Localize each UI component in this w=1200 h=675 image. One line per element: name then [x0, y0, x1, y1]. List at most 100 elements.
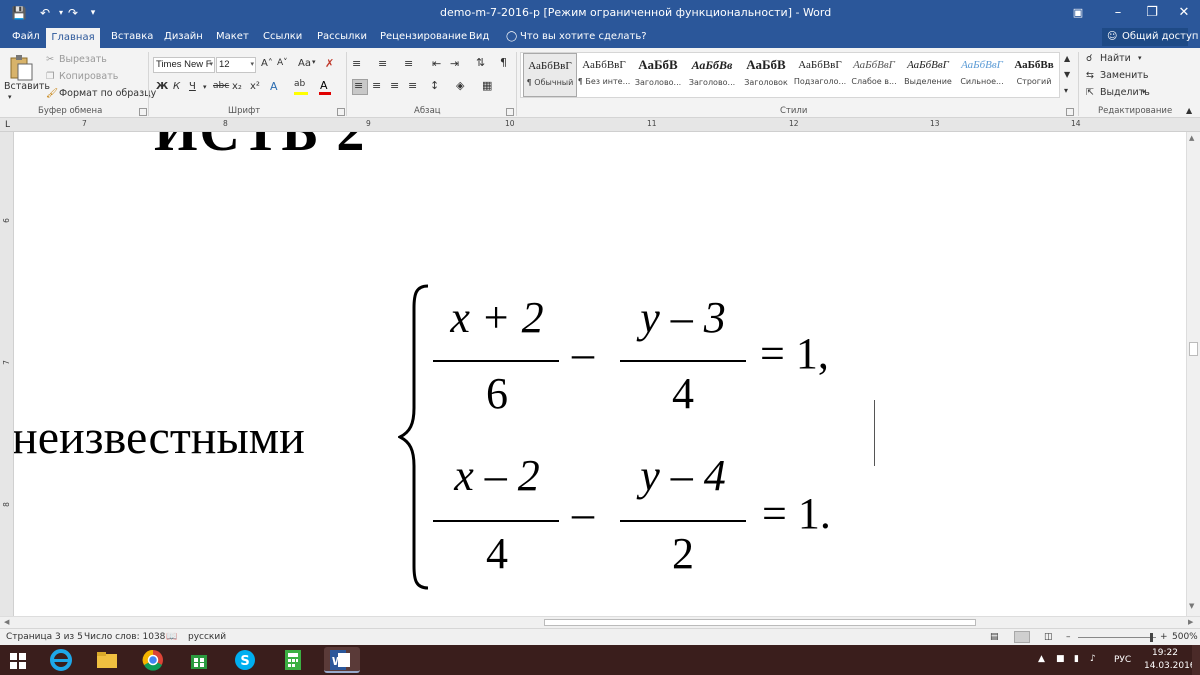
clock-time[interactable]: 19:22	[1152, 648, 1178, 658]
style-title[interactable]: АаБбВ Заголовок	[739, 53, 793, 97]
store-icon[interactable]	[186, 647, 212, 673]
save-icon[interactable]: 💾	[10, 4, 28, 22]
style-emphasis[interactable]: АаБбВвГ Выделение	[901, 53, 955, 97]
style-intense-emphasis[interactable]: АаБбВвГ Сильное...	[955, 53, 1009, 97]
shading-icon[interactable]: ◈	[456, 79, 464, 92]
underline-button[interactable]: Ч	[189, 81, 196, 92]
sort-icon[interactable]: ⇅	[476, 56, 485, 69]
multilevel-list-icon[interactable]: ≡	[404, 57, 413, 70]
scroll-right-icon[interactable]: ▶	[1188, 618, 1193, 626]
styles-launcher-icon[interactable]	[1066, 108, 1074, 116]
style-subtle-emphasis[interactable]: АаБбВвГ Слабое в...	[847, 53, 901, 97]
web-layout-icon[interactable]: ◫	[1044, 632, 1053, 642]
tab-design[interactable]: Дизайн	[164, 26, 203, 48]
cut-button[interactable]: Вырезать	[59, 54, 107, 65]
collapse-ribbon-icon[interactable]: ▲	[1186, 106, 1192, 115]
style-subtitle[interactable]: АаБбВвГ Подзаголо...	[793, 53, 847, 97]
close-button[interactable]: ✕	[1164, 0, 1200, 26]
scroll-up-icon[interactable]: ▲	[1189, 134, 1194, 142]
numbering-icon[interactable]: ≡	[378, 57, 387, 70]
tab-stop-selector[interactable]: L	[5, 120, 10, 130]
styles-scroll-up-icon[interactable]: ▲	[1064, 54, 1070, 63]
tab-mailings[interactable]: Рассылки	[317, 26, 367, 48]
align-right-icon[interactable]: ≡	[390, 79, 399, 92]
font-name-combo[interactable]: Times New F ▾	[153, 57, 215, 73]
tab-insert[interactable]: Вставка	[111, 26, 153, 48]
tab-view[interactable]: Вид	[469, 26, 489, 48]
redo-icon[interactable]: ↷	[64, 4, 82, 22]
battery-icon[interactable]: ▮	[1074, 654, 1079, 664]
page-count[interactable]: Страница 3 из 5	[6, 632, 83, 642]
windows-start-icon[interactable]	[10, 653, 26, 669]
paste-dropdown-icon[interactable]: ▾	[8, 93, 12, 101]
word-count[interactable]: Число слов: 1038	[84, 632, 165, 642]
internet-explorer-icon[interactable]	[48, 647, 74, 673]
tab-references[interactable]: Ссылки	[263, 26, 302, 48]
copy-button[interactable]: Копировать	[59, 71, 118, 82]
zoom-slider-thumb[interactable]	[1150, 633, 1153, 642]
increase-indent-icon[interactable]: ⇥	[450, 57, 459, 70]
paste-button[interactable]: Вставить	[4, 81, 50, 92]
tab-home[interactable]: Главная	[46, 28, 100, 48]
skype-icon[interactable]: S	[232, 647, 258, 673]
file-explorer-icon[interactable]	[94, 647, 120, 673]
vertical-ruler[interactable]: 6 7 8	[0, 132, 14, 616]
font-launcher-icon[interactable]	[337, 108, 345, 116]
clear-format-icon[interactable]: ✗	[325, 57, 334, 70]
font-size-combo[interactable]: 12 ▾	[216, 57, 256, 73]
font-color-icon[interactable]: A	[320, 79, 328, 92]
borders-icon[interactable]: ▦	[482, 79, 492, 92]
tab-review[interactable]: Рецензирование	[380, 26, 467, 48]
zoom-in-icon[interactable]: +	[1160, 632, 1168, 642]
italic-button[interactable]: К	[173, 81, 180, 92]
strikethrough-button[interactable]: abc	[213, 81, 229, 91]
document-page[interactable]: ИСТЬ 2 неизвестными x + 2 6 – y – 3 4 = …	[14, 132, 1186, 616]
style-strong[interactable]: АаБбВв Строгий	[1009, 53, 1059, 97]
zoom-slider[interactable]	[1078, 637, 1156, 638]
share-button[interactable]: ☺ Общий доступ	[1102, 28, 1198, 46]
input-language[interactable]: РУС	[1114, 655, 1131, 665]
line-spacing-icon[interactable]: ↕	[430, 79, 439, 92]
align-center-icon[interactable]: ≡	[372, 79, 381, 92]
proofing-icon[interactable]: 📖	[166, 632, 177, 642]
horizontal-scrollbar[interactable]: ◀ ▶	[0, 616, 1200, 628]
show-desktop-button[interactable]	[1192, 645, 1200, 675]
language-status[interactable]: русский	[188, 632, 226, 642]
zoom-out-icon[interactable]: –	[1066, 632, 1071, 642]
print-layout-icon[interactable]	[1014, 631, 1030, 643]
zoom-level[interactable]: 500%	[1172, 632, 1198, 642]
volume-icon[interactable]: ♪	[1090, 654, 1096, 664]
vertical-scrollbar[interactable]: ▲ ▼	[1186, 132, 1200, 616]
scroll-left-icon[interactable]: ◀	[4, 618, 9, 626]
styles-scroll-down-icon[interactable]: ▼	[1064, 70, 1070, 79]
superscript-button[interactable]: x²	[250, 81, 260, 92]
paragraph-launcher-icon[interactable]	[506, 108, 514, 116]
tray-expand-icon[interactable]: ▲	[1038, 654, 1045, 664]
chrome-icon[interactable]	[140, 647, 166, 673]
format-painter-button[interactable]: Формат по образцу	[59, 88, 156, 99]
clipboard-launcher-icon[interactable]	[139, 108, 147, 116]
style-normal[interactable]: АаБбВвГ ¶ Обычный	[523, 53, 577, 97]
grow-font-button[interactable]: A˄	[261, 58, 273, 69]
bold-button[interactable]: Ж	[156, 81, 168, 92]
pilcrow-button[interactable]: ¶	[500, 56, 507, 69]
styles-more-icon[interactable]: ▾	[1064, 86, 1068, 95]
horizontal-scroll-thumb[interactable]	[544, 619, 976, 626]
chevron-down-icon[interactable]: ▾	[312, 58, 316, 66]
tell-me-box[interactable]: Что вы хотите сделать?	[520, 26, 647, 48]
text-effects-icon[interactable]: A	[270, 80, 278, 93]
chevron-down-icon[interactable]: ▾	[1138, 54, 1142, 62]
change-case-button[interactable]: Aa	[298, 58, 311, 69]
notification-icon[interactable]: ■	[1056, 654, 1065, 664]
highlight-icon[interactable]: ab	[294, 79, 305, 89]
style-no-spacing[interactable]: АаБбВвГ ¶ Без инте...	[577, 53, 631, 97]
bullets-icon[interactable]: ≡	[352, 57, 361, 70]
paste-icon[interactable]	[8, 54, 34, 82]
read-mode-icon[interactable]: ▤	[990, 632, 999, 642]
tab-layout[interactable]: Макет	[216, 26, 249, 48]
customize-qat-icon[interactable]: ▾	[84, 4, 102, 22]
style-heading2[interactable]: АаБбВв Заголово...	[685, 53, 739, 97]
chevron-down-icon[interactable]: ▾	[203, 83, 207, 91]
calculator-icon[interactable]	[280, 647, 306, 673]
style-heading1[interactable]: АаБбВ Заголово...	[631, 53, 685, 97]
